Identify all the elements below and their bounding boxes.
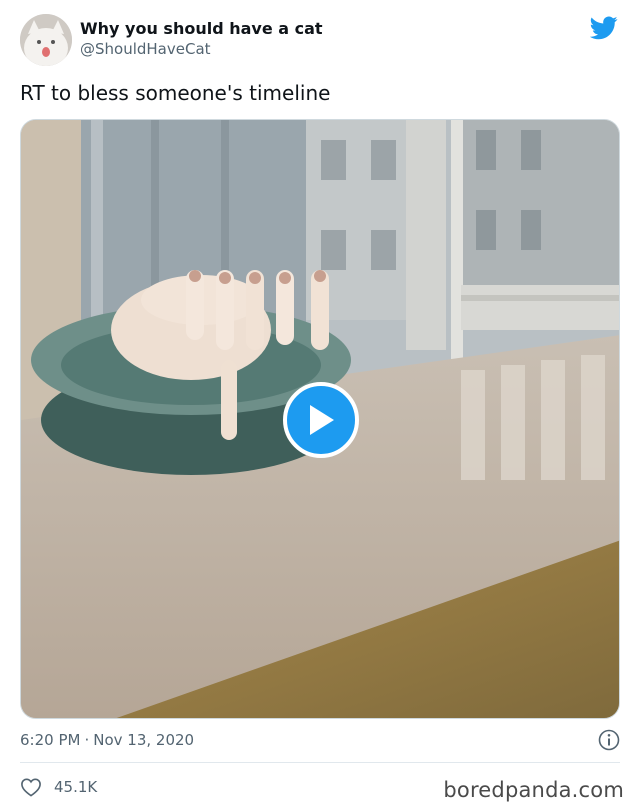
tweet-header: Why you should have a cat @ShouldHaveCat <box>20 14 620 68</box>
twitter-bird-icon[interactable] <box>590 16 618 40</box>
timestamp-separator: · <box>84 731 90 749</box>
heart-icon[interactable] <box>20 777 42 797</box>
divider <box>20 762 620 763</box>
tweet-text: RT to bless someone's timeline <box>20 81 331 105</box>
author-display-name[interactable]: Why you should have a cat <box>80 19 323 39</box>
author-handle[interactable]: @ShouldHaveCat <box>80 39 323 59</box>
play-icon <box>310 405 334 435</box>
play-button[interactable] <box>283 382 359 458</box>
watermark: boredpanda.com <box>443 778 624 802</box>
info-icon[interactable] <box>598 729 620 751</box>
tweet-video[interactable] <box>20 119 620 719</box>
like-count[interactable]: 45.1K <box>54 774 97 800</box>
tweet-timestamp[interactable]: 6:20 PM · Nov 13, 2020 <box>20 728 620 752</box>
author-avatar[interactable] <box>20 14 72 66</box>
tweet-date[interactable]: Nov 13, 2020 <box>93 731 194 749</box>
tweet-time[interactable]: 6:20 PM <box>20 731 80 749</box>
